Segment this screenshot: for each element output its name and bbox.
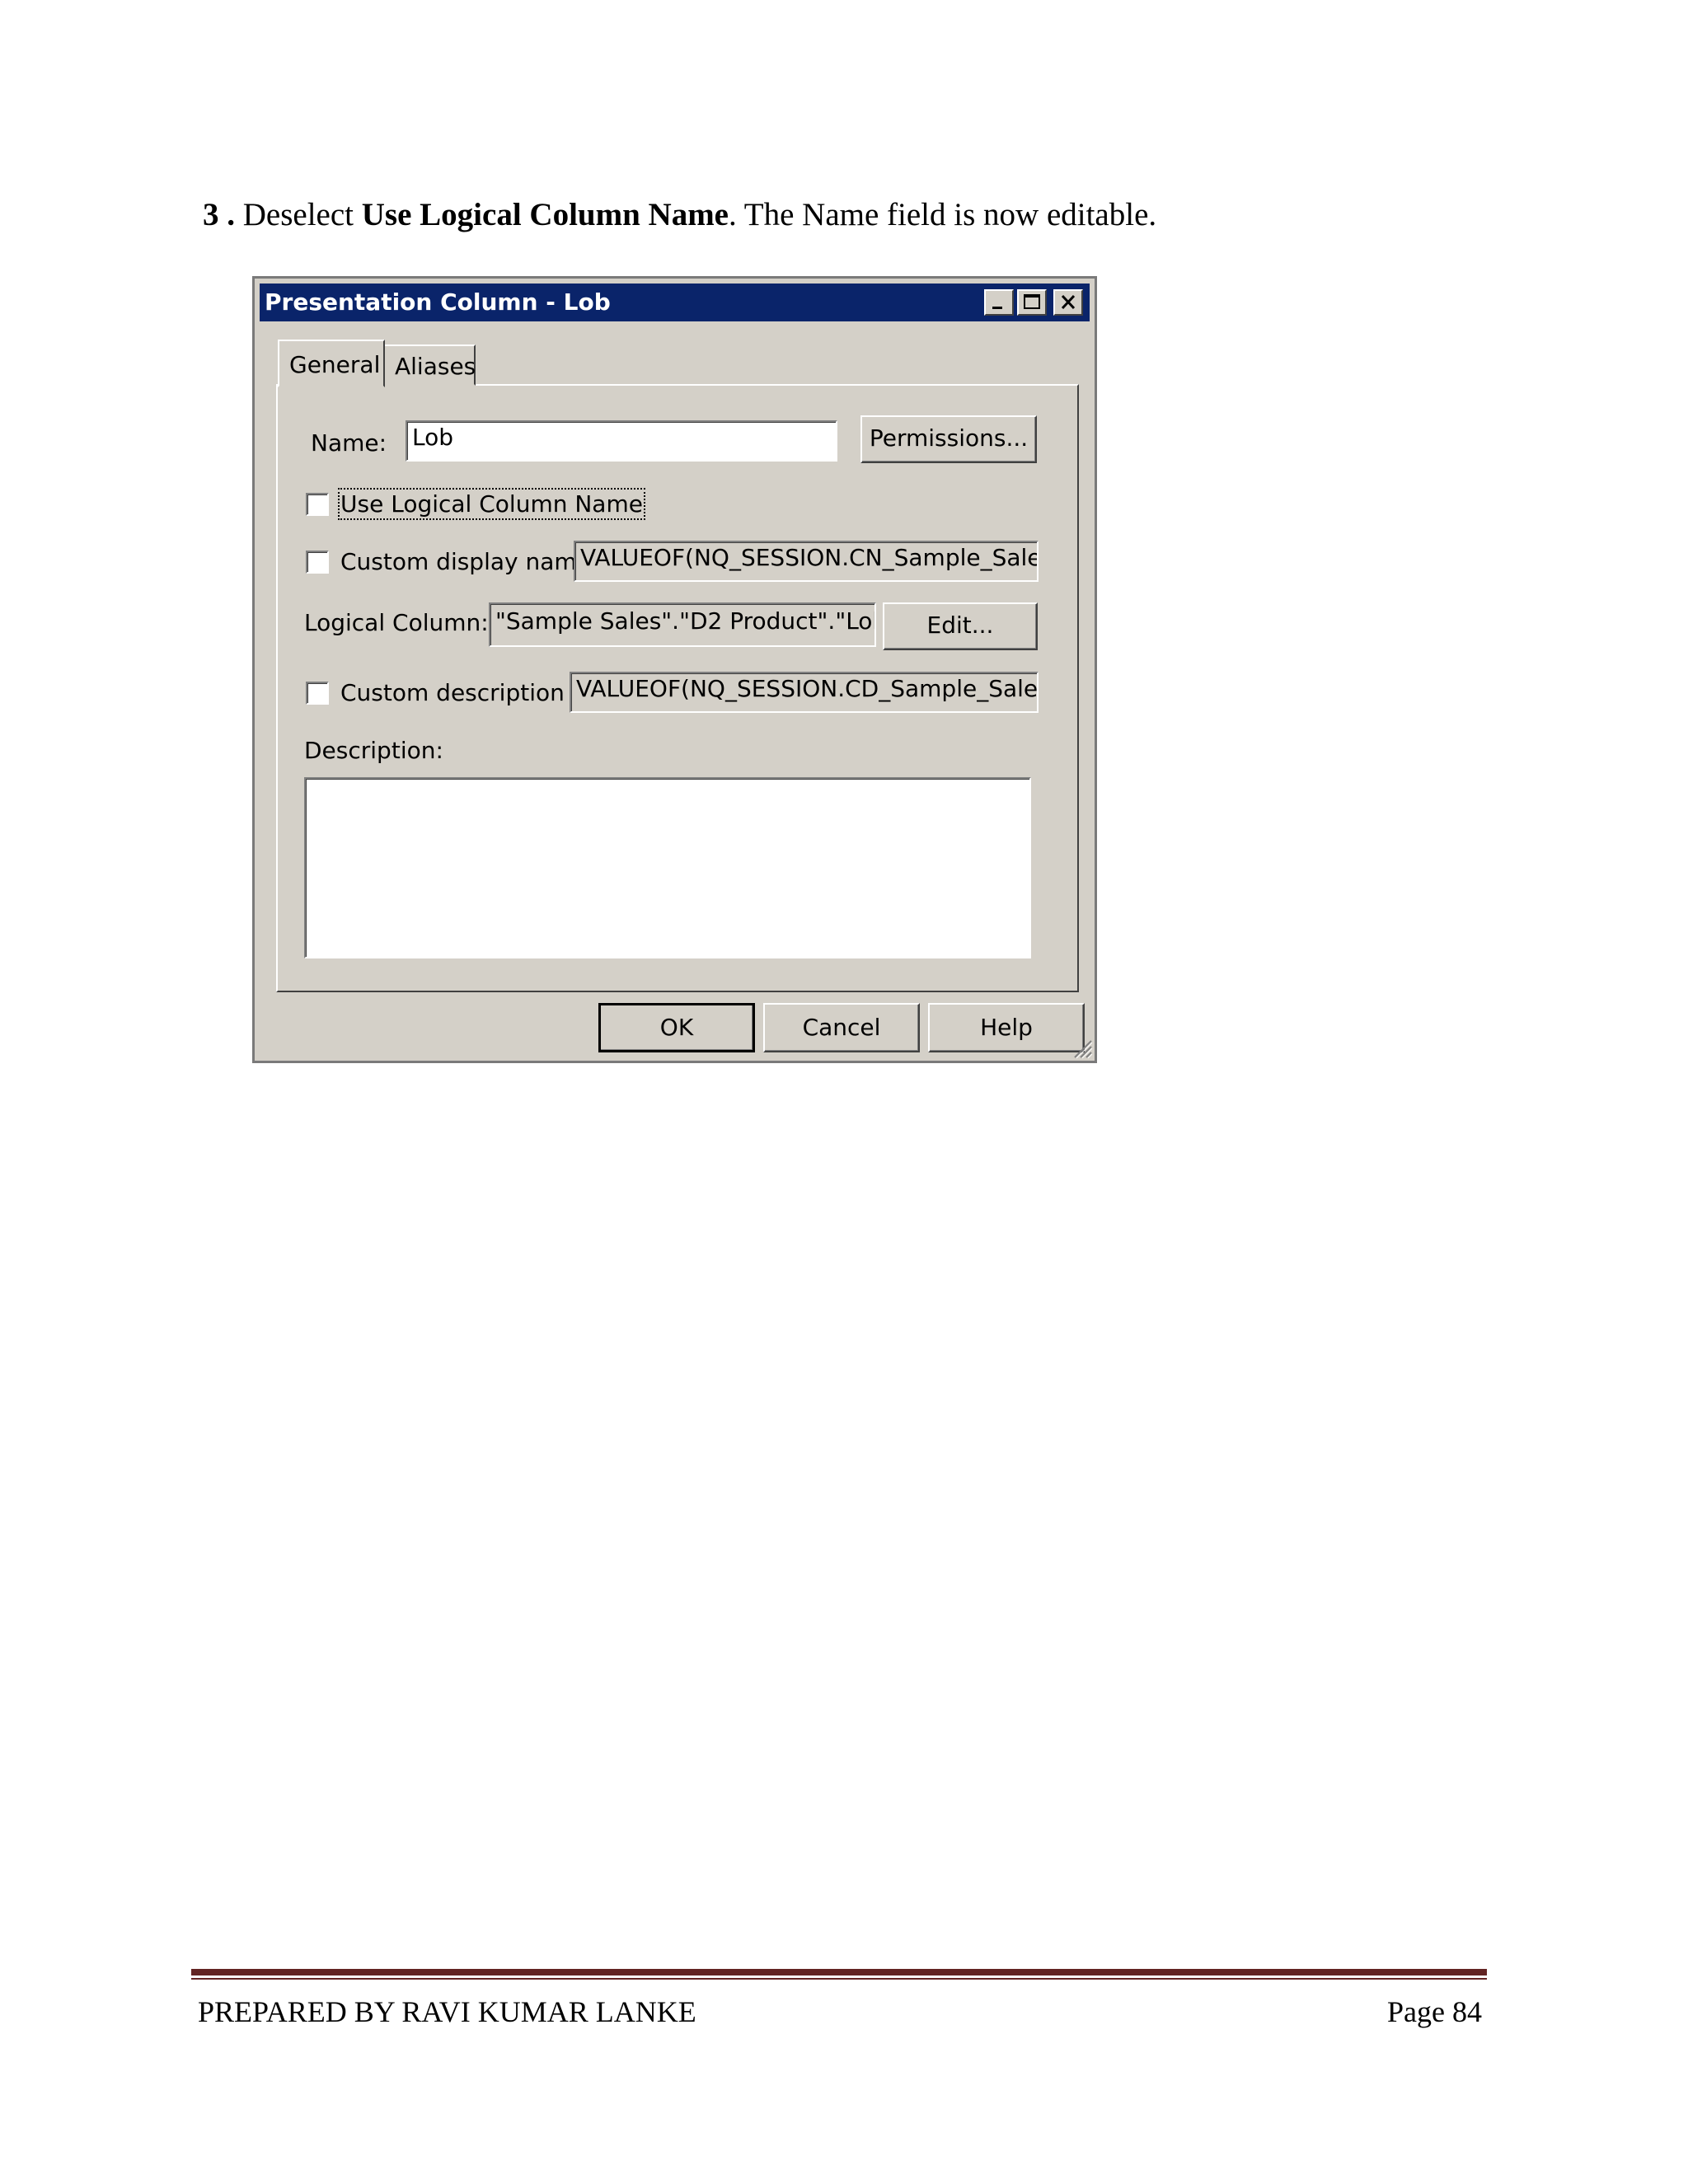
name-label: Name: xyxy=(311,429,387,457)
logical-column-label: Logical Column: xyxy=(304,609,489,636)
use-logical-column-name-checkbox[interactable] xyxy=(306,493,329,516)
name-input[interactable]: Lob xyxy=(406,420,837,462)
cancel-button[interactable]: Cancel xyxy=(763,1003,920,1052)
use-logical-column-name-label[interactable]: Use Logical Column Name xyxy=(338,488,645,520)
close-icon xyxy=(1061,294,1076,310)
close-button[interactable] xyxy=(1053,289,1083,316)
edit-button[interactable]: Edit... xyxy=(883,602,1038,650)
instruction-text: 3 . Deselect Use Logical Column Name. Th… xyxy=(203,196,1156,233)
tab-aliases[interactable]: Aliases xyxy=(383,344,476,386)
minimize-icon xyxy=(992,307,1002,309)
instruction-bold: Use Logical Column Name xyxy=(361,197,729,232)
help-button[interactable]: Help xyxy=(928,1003,1085,1052)
resize-grip-icon[interactable] xyxy=(1071,1038,1093,1059)
logical-column-field: "Sample Sales"."D2 Product"."Lob" xyxy=(489,602,876,647)
maximize-icon xyxy=(1024,294,1040,309)
custom-display-name-label[interactable]: Custom display name xyxy=(340,548,591,575)
custom-description-label[interactable]: Custom description xyxy=(340,679,565,706)
step-number: 3 . xyxy=(203,197,235,232)
footer-page-number: Page 84 xyxy=(1387,1995,1482,2028)
footer-rule-thick xyxy=(191,1969,1487,1975)
custom-description-field[interactable]: VALUEOF(NQ_SESSION.CD_Sample_Sales_ xyxy=(570,672,1039,713)
description-textarea[interactable] xyxy=(304,777,1031,958)
title-bar[interactable]: Presentation Column - Lob xyxy=(260,284,1090,321)
presentation-column-dialog: Presentation Column - Lob General Aliase… xyxy=(252,276,1097,1063)
footer-author: PREPARED BY RAVI KUMAR LANKE xyxy=(198,1995,696,2028)
permissions-button[interactable]: Permissions... xyxy=(860,415,1037,463)
dialog-title: Presentation Column - Lob xyxy=(265,288,611,316)
custom-description-checkbox[interactable] xyxy=(306,682,329,705)
instruction-pre: Deselect xyxy=(242,197,354,232)
custom-display-name-checkbox[interactable] xyxy=(306,551,329,574)
ok-button[interactable]: OK xyxy=(598,1003,755,1052)
description-label: Description: xyxy=(304,737,443,764)
instruction-post: . The Name field is now editable. xyxy=(729,197,1157,232)
footer-rule-thin xyxy=(191,1978,1487,1980)
minimize-button[interactable] xyxy=(984,289,1014,316)
maximize-button[interactable] xyxy=(1017,289,1047,316)
tab-general[interactable]: General xyxy=(278,340,385,387)
custom-display-name-field[interactable]: VALUEOF(NQ_SESSION.CN_Sample_Sales_ xyxy=(574,541,1039,582)
